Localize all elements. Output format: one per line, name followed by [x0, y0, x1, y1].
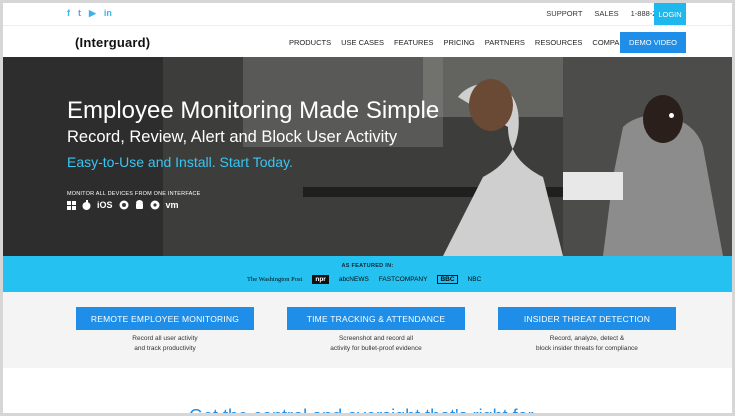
- nav-item-partners[interactable]: PARTNERS: [485, 38, 525, 47]
- page-frame: f t ▶ in SUPPORT SALES 1-888-224-1288 LO…: [0, 0, 735, 416]
- time-tracking-button[interactable]: TIME TRACKING & ATTENDANCE: [287, 307, 465, 330]
- social-links: f t ▶ in: [67, 8, 112, 19]
- platform-icons: iOS vm: [67, 200, 179, 210]
- ios-icon: iOS: [97, 200, 113, 210]
- login-button[interactable]: LOGIN: [654, 3, 686, 25]
- interguard-logo[interactable]: (Interguard): [75, 35, 150, 50]
- chromebook-icon: [150, 200, 160, 210]
- youtube-icon[interactable]: ▶: [89, 8, 96, 19]
- remote-monitoring-button[interactable]: REMOTE EMPLOYEE MONITORING: [76, 307, 254, 330]
- service-description: Record, analyze, detect & block insider t…: [536, 335, 638, 352]
- nav-item-resources[interactable]: RESOURCES: [535, 38, 583, 47]
- insider-threat-button[interactable]: INSIDER THREAT DETECTION: [498, 307, 676, 330]
- apple-icon: [82, 200, 91, 210]
- facebook-icon[interactable]: f: [67, 8, 70, 19]
- bottom-section: Get the control and oversight that's rig…: [3, 368, 732, 416]
- washington-post-logo: The Washington Post: [247, 276, 303, 283]
- nav-item-products[interactable]: PRODUCTS: [289, 38, 331, 47]
- npr-logo: npr: [312, 275, 329, 284]
- fast-company-logo: FASTCOMPANY: [378, 276, 428, 283]
- nbc-logo: NBC: [467, 276, 482, 283]
- service-description: Record all user activity and track produc…: [132, 335, 198, 352]
- top-bar: f t ▶ in SUPPORT SALES 1-888-224-1288 LO…: [3, 3, 732, 25]
- carousel-dot[interactable]: [669, 113, 674, 118]
- support-link[interactable]: SUPPORT: [546, 9, 582, 18]
- nav-item-pricing[interactable]: PRICING: [443, 38, 474, 47]
- demo-video-button[interactable]: DEMO VIDEO: [620, 32, 686, 53]
- featured-title: AS FEATURED IN:: [341, 263, 394, 269]
- service-card-time: TIME TRACKING & ATTENDANCE Screenshot an…: [287, 307, 465, 354]
- section-heading: Get the control and oversight that's rig…: [189, 406, 534, 416]
- twitter-icon[interactable]: t: [78, 8, 81, 19]
- android-icon: [135, 200, 143, 209]
- nav-item-features[interactable]: FEATURES: [394, 38, 433, 47]
- services-section: REMOTE EMPLOYEE MONITORING Record all us…: [3, 292, 732, 368]
- featured-band: AS FEATURED IN: The Washington Post npr …: [3, 256, 732, 292]
- nav-item-use-cases[interactable]: USE CASES: [341, 38, 384, 47]
- vm-icon: vm: [165, 200, 179, 210]
- service-description: Screenshot and record all activity for bu…: [330, 335, 422, 352]
- nav-menu: PRODUCTS USE CASES FEATURES PRICING PART…: [289, 38, 630, 47]
- chrome-icon: [119, 200, 129, 210]
- hero-subtitle: Record, Review, Alert and Block User Act…: [67, 128, 398, 146]
- monitor-label: MONITOR ALL DEVICES FROM ONE INTERFACE: [67, 191, 201, 197]
- service-card-insider: INSIDER THREAT DETECTION Record, analyze…: [498, 307, 676, 354]
- bbc-logo: BBC: [437, 275, 458, 284]
- sales-link[interactable]: SALES: [594, 9, 618, 18]
- hero-tagline: Easy-to-Use and Install. Start Today.: [67, 154, 293, 170]
- abc-news-logo: abcNEWS: [338, 276, 369, 283]
- hero-title: Employee Monitoring Made Simple: [67, 97, 440, 124]
- linkedin-icon[interactable]: in: [104, 8, 112, 19]
- windows-icon: [67, 200, 76, 210]
- main-nav: (Interguard) PRODUCTS USE CASES FEATURES…: [3, 25, 732, 57]
- service-card-remote: REMOTE EMPLOYEE MONITORING Record all us…: [76, 307, 254, 354]
- media-logos: The Washington Post npr abcNEWS FASTCOMP…: [247, 275, 481, 284]
- hero-banner: Employee Monitoring Made Simple Record, …: [3, 57, 732, 256]
